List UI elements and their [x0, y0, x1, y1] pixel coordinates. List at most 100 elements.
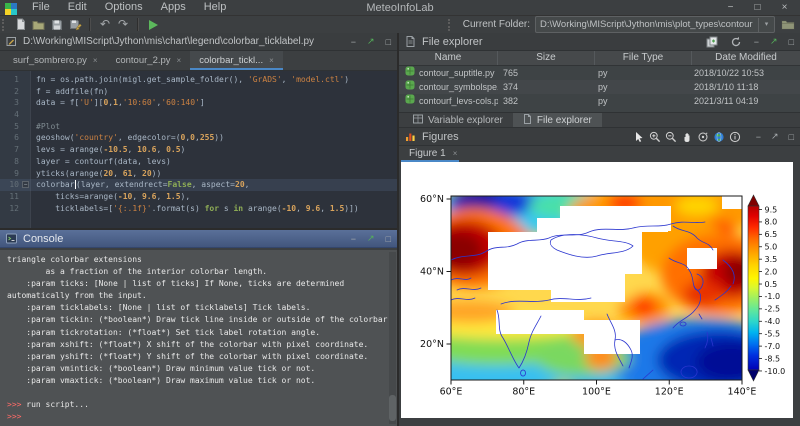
redo-button[interactable]: ↷	[114, 17, 132, 32]
code-line[interactable]: 9yticks(arange(20, 61, 20))	[0, 168, 397, 180]
editor-float-button[interactable]: ↗	[367, 36, 375, 47]
file-explorer-float-button[interactable]: ↗	[770, 36, 778, 47]
table-row[interactable]: contour_symbolspe...374py2018/1/10 11:18	[399, 80, 800, 94]
tab-file-explorer[interactable]: File explorer	[513, 113, 602, 127]
code-line[interactable]: 4	[0, 109, 397, 121]
meteoinfolab-window: FileEditOptionsAppsHelp MeteoInfoLab − □…	[0, 0, 800, 426]
current-folder-value: D:\Working\MIScript\Jython\mis\plot_type…	[536, 19, 758, 30]
menu-options[interactable]: Options	[96, 0, 152, 15]
code-line[interactable]: 5#Plot	[0, 121, 397, 133]
svg-text:0.5: 0.5	[765, 280, 778, 289]
file-explorer-maximize-button[interactable]: □	[789, 37, 794, 47]
code-line[interactable]: 11 ticks=arange(-10, 9.6, 1.5),	[0, 191, 397, 203]
window-maximize-button[interactable]: □	[744, 0, 771, 15]
browse-folder-button[interactable]	[780, 18, 796, 32]
code-text: f = addfile(fn)	[36, 86, 108, 98]
console-float-button[interactable]: ↗	[367, 233, 375, 244]
editor-maximize-button[interactable]: □	[386, 37, 391, 47]
console-minimize-button[interactable]: −	[351, 234, 356, 244]
close-icon[interactable]: ×	[93, 56, 98, 65]
menu-edit[interactable]: Edit	[59, 0, 96, 15]
tab-variable-explorer[interactable]: Variable explorer	[403, 113, 513, 127]
figures-float-button[interactable]: ↗	[771, 131, 779, 142]
console-scrollbar[interactable]	[389, 252, 396, 424]
svg-text:60°N: 60°N	[420, 194, 444, 205]
code-line[interactable]: 2f = addfile(fn)	[0, 86, 397, 98]
code-line[interactable]: 12 ticklabels=['{:.1f}'.format(s) for s …	[0, 203, 397, 215]
line-number: 3	[0, 97, 19, 109]
code-line[interactable]: 10−colorbar(layer, extendrect=False, asp…	[0, 179, 397, 191]
code-line[interactable]: 6geoshow('country', edgecolor=(0,0,255))	[0, 132, 397, 144]
file-date-cell: 2018/10/22 10:53	[692, 66, 800, 80]
colorbar	[748, 195, 759, 381]
zoom-in-icon[interactable]	[649, 130, 662, 143]
pointer-icon[interactable]	[633, 130, 646, 143]
code-line[interactable]: 8layer = contourf(data, levs)	[0, 156, 397, 168]
globe-icon[interactable]	[713, 130, 726, 143]
python-file-icon	[405, 80, 415, 94]
svg-text:-5.5: -5.5	[765, 330, 781, 339]
console-line: :param vmintick: (*boolean*) Draw minimu…	[7, 363, 397, 375]
svg-text:120°E: 120°E	[655, 387, 684, 398]
column-header-name[interactable]: Name	[399, 51, 498, 65]
editor-tab[interactable]: surf_sombrero.py×	[4, 51, 107, 70]
zoom-out-icon[interactable]	[665, 130, 678, 143]
editor-minimize-button[interactable]: −	[351, 37, 356, 47]
console-panel-header: Console − ↗ □	[0, 230, 397, 248]
code-text: ticks=arange(-10, 9.6, 1.5),	[36, 191, 190, 203]
window-minimize-button[interactable]: −	[717, 0, 744, 15]
editor-tab[interactable]: contour_2.py×	[107, 51, 191, 70]
identify-icon[interactable]	[729, 130, 742, 143]
menu-apps[interactable]: Apps	[152, 0, 195, 15]
file-name-cell: contour_suptitle.py	[399, 66, 498, 80]
figures-minimize-button[interactable]: −	[756, 132, 761, 142]
console-maximize-button[interactable]: □	[386, 234, 391, 244]
editor-tab[interactable]: colorbar_tickl... ×	[190, 51, 283, 70]
current-folder-combobox[interactable]: D:\Working\MIScript\Jython\mis\plot_type…	[535, 16, 775, 33]
run-script-button[interactable]	[144, 17, 162, 32]
tab-figure-1[interactable]: Figure 1 ×	[401, 147, 465, 160]
code-line[interactable]: 3data = f['U'][0,1,'10:60','60:140']	[0, 97, 397, 109]
open-file-button[interactable]	[30, 17, 48, 32]
console-line: :param vmaxtick: (*boolean*) Draw maximu…	[7, 375, 397, 387]
code-editor[interactable]: 1fn = os.path.join(migl.get_sample_folde…	[0, 71, 397, 228]
console-prompt-line: >>>	[7, 411, 397, 423]
new-window-icon[interactable]	[706, 35, 719, 48]
document-icon	[523, 114, 532, 127]
code-line[interactable]: 7levs = arange(-10.5, 10.6, 0.5)	[0, 144, 397, 156]
undo-button[interactable]: ↶	[96, 17, 114, 32]
figure-canvas[interactable]: 60°E80°E100°E120°E140°E 60°N40°N20°N 9.5…	[401, 162, 793, 418]
menu-help[interactable]: Help	[195, 0, 236, 15]
close-icon[interactable]: ×	[453, 149, 458, 158]
file-explorer-minimize-button[interactable]: −	[754, 37, 759, 47]
window-close-button[interactable]: ×	[771, 0, 798, 15]
console-output[interactable]: triangle colorbar extensions as a fracti…	[0, 250, 397, 426]
console-scrollbar-thumb[interactable]	[389, 395, 396, 421]
save-button[interactable]	[48, 17, 66, 32]
figures-maximize-button[interactable]: □	[789, 132, 794, 142]
save-as-button[interactable]	[66, 17, 84, 32]
svg-text:60°E: 60°E	[440, 387, 463, 398]
close-icon[interactable]: ×	[177, 56, 182, 65]
pan-hand-icon[interactable]	[681, 130, 694, 143]
full-extent-icon[interactable]	[697, 130, 710, 143]
editor-icon	[6, 36, 17, 47]
file-table-header[interactable]: NameSizeFile TypeDate Modified	[399, 51, 800, 66]
right-dock: File explorer − ↗ □ NameSizeFile TypeDat…	[399, 33, 800, 426]
fold-marker[interactable]: −	[22, 181, 29, 188]
refresh-icon[interactable]	[730, 35, 743, 48]
column-header-file-type[interactable]: File Type	[595, 51, 692, 65]
table-row[interactable]: contourf_levs-cols.py382py2021/3/11 04:1…	[399, 94, 800, 108]
file-size-cell: 765	[498, 66, 595, 80]
column-header-size[interactable]: Size	[498, 51, 595, 65]
editor-tab-label: colorbar_tickl...	[199, 55, 263, 66]
column-header-date-modified[interactable]: Date Modified	[692, 51, 800, 65]
menu-file[interactable]: File	[23, 0, 59, 15]
close-icon[interactable]: ×	[269, 56, 274, 65]
chevron-down-icon[interactable]: ▾	[758, 18, 774, 32]
new-script-button[interactable]	[12, 17, 30, 32]
console-line	[7, 387, 397, 399]
table-row[interactable]: contour_suptitle.py765py2018/10/22 10:53	[399, 66, 800, 80]
code-text: geoshow('country', edgecolor=(0,0,255))	[36, 132, 224, 144]
code-line[interactable]: 1fn = os.path.join(migl.get_sample_folde…	[0, 74, 397, 86]
